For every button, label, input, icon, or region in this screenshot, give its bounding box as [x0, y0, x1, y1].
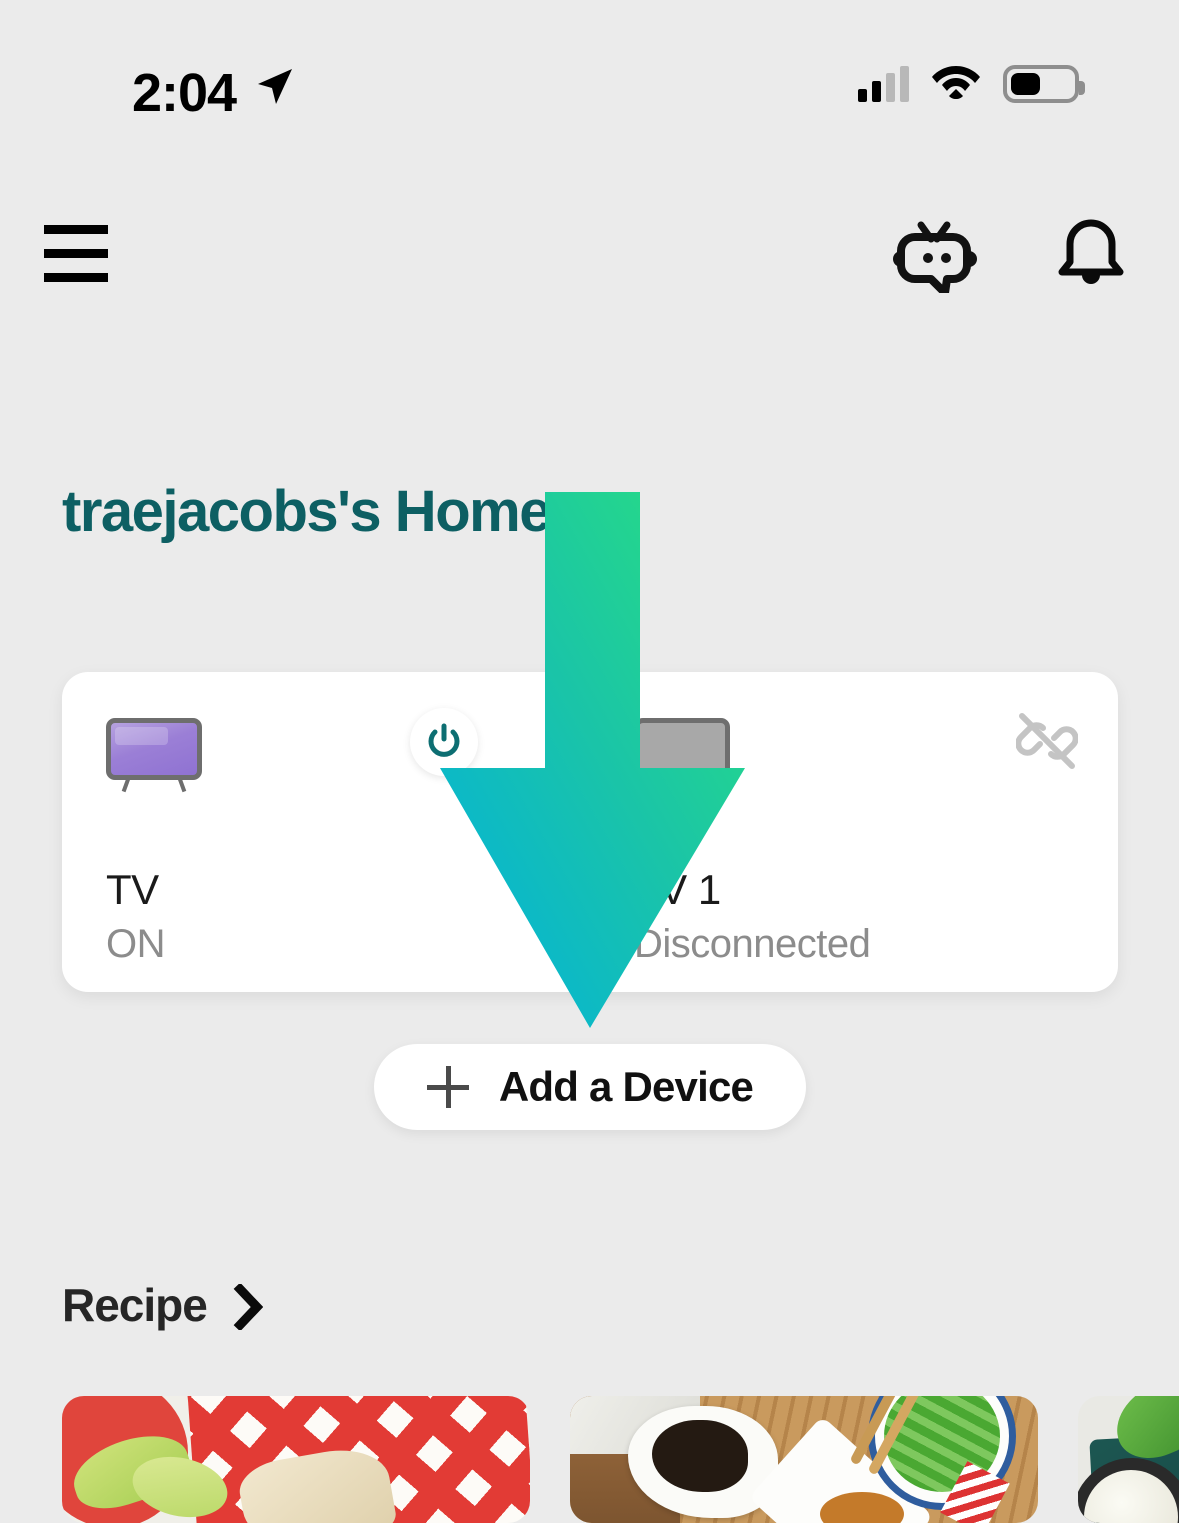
status-bar-indicators [858, 62, 1085, 105]
device-status: Disconnected [634, 922, 871, 966]
wifi-icon [931, 62, 981, 105]
bell-icon[interactable] [1055, 215, 1127, 295]
cellular-signal-icon [858, 65, 909, 102]
battery-icon [1003, 64, 1085, 103]
chevron-down-icon[interactable] [574, 501, 624, 531]
recipe-card[interactable] [1078, 1396, 1179, 1523]
recipe-section-header[interactable]: Recipe [62, 1278, 264, 1332]
tv-icon [106, 718, 202, 793]
recipe-carousel[interactable] [62, 1396, 1179, 1523]
status-bar-time: 2:04 [132, 63, 237, 123]
navigation-bar [0, 205, 1179, 305]
recipe-card[interactable] [570, 1396, 1038, 1523]
hamburger-menu-icon[interactable] [44, 225, 108, 283]
device-tile-tv[interactable]: TV ON [62, 672, 590, 992]
device-card: TV ON TV 1 Disconnected [62, 672, 1118, 992]
page-title: traejacobs's Home [62, 479, 551, 544]
status-bar: 2:04 [0, 0, 1179, 150]
home-selector[interactable]: traejacobs's Home [62, 478, 624, 545]
device-name: TV 1 [634, 866, 721, 913]
power-button-icon[interactable] [410, 708, 478, 776]
device-tile-tv-1[interactable]: TV 1 Disconnected [590, 672, 1118, 992]
tv-icon [634, 718, 730, 793]
app-screen: 2:04 traejacobs's Home TV ON TV 1 Discon… [0, 0, 1179, 1523]
recipe-title: Recipe [62, 1279, 208, 1331]
device-name: TV [106, 866, 159, 913]
location-arrow-icon [252, 64, 296, 108]
device-status: ON [106, 922, 166, 966]
robot-assistant-icon[interactable] [891, 217, 977, 297]
add-device-label: Add a Device [498, 1063, 754, 1110]
add-device-button[interactable]: Add a Device [374, 1044, 806, 1130]
broken-link-icon[interactable] [1015, 710, 1079, 772]
plus-icon [426, 1066, 469, 1108]
recipe-card[interactable] [62, 1396, 530, 1523]
chevron-right-icon[interactable] [233, 1282, 264, 1332]
nav-actions [891, 215, 1127, 297]
